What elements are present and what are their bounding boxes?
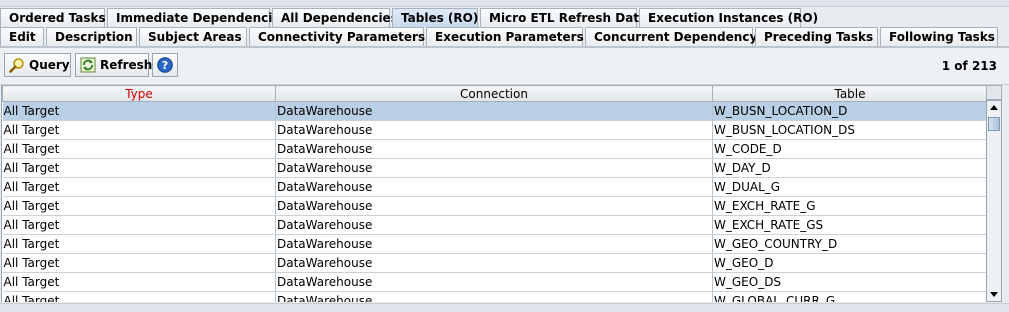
- table-cell[interactable]: W_BUSN_LOCATION_D: [712, 101, 987, 121]
- type-cell[interactable]: All Target: [2, 196, 276, 216]
- table-cell[interactable]: W_EXCH_RATE_GS: [712, 215, 987, 235]
- tab-ordered-tasks[interactable]: Ordered Tasks: [0, 8, 106, 27]
- table-row[interactable]: All Target DataWarehouse W_BUSN_LOCATION_D: [2, 101, 987, 121]
- magnifier-icon: [9, 57, 25, 73]
- connection-cell[interactable]: DataWarehouse: [275, 291, 713, 302]
- table-cell[interactable]: W_CODE_D: [712, 139, 987, 159]
- type-cell[interactable]: All Target: [2, 177, 276, 197]
- type-cell[interactable]: All Target: [2, 291, 276, 302]
- tables-table: Type Connection Table All Target DataWare…: [2, 85, 987, 302]
- help-button[interactable]: ?: [152, 53, 178, 77]
- tab-immediate-dependencies[interactable]: Immediate Dependencies: [107, 8, 288, 27]
- connection-cell[interactable]: DataWarehouse: [275, 139, 713, 159]
- tab-connectivity-parameters[interactable]: Connectivity Parameters: [249, 27, 425, 46]
- tab-concurrent-dependency[interactable]: Concurrent Dependency: [585, 27, 757, 46]
- help-icon: ?: [157, 57, 173, 76]
- tab-preceding-tasks[interactable]: Preceding Tasks: [755, 27, 878, 46]
- column-header-type[interactable]: Type: [2, 85, 276, 102]
- table-cell[interactable]: W_EXCH_RATE_G: [712, 196, 987, 216]
- connection-cell[interactable]: DataWarehouse: [275, 234, 713, 254]
- tab-tables-ro[interactable]: Tables (RO): [392, 8, 478, 27]
- table-cell[interactable]: W_DAY_D: [712, 158, 987, 178]
- toolbar: Query Refresh ? 1 of 213: [0, 48, 1009, 85]
- tab-micro-etl-refresh-dates[interactable]: Micro ETL Refresh Dates: [480, 8, 654, 27]
- connection-cell[interactable]: DataWarehouse: [275, 158, 713, 178]
- table-row[interactable]: All Target DataWarehouse W_EXCH_RATE_G: [2, 196, 987, 216]
- table-row[interactable]: All Target DataWarehouse W_DUAL_G: [2, 177, 987, 197]
- connection-cell[interactable]: DataWarehouse: [275, 120, 713, 140]
- type-cell[interactable]: All Target: [2, 234, 276, 254]
- refresh-button[interactable]: Refresh: [75, 53, 153, 77]
- table-row[interactable]: All Target DataWarehouse W_BUSN_LOCATION_D…: [2, 120, 987, 140]
- refresh-label: Refresh: [100, 58, 153, 72]
- type-cell[interactable]: All Target: [2, 158, 276, 178]
- pager-indicator: 1 of 213: [941, 59, 997, 73]
- tables-grid: Type Connection Table All Target DataWare…: [1, 85, 987, 302]
- column-header-table[interactable]: Table: [712, 85, 987, 102]
- type-cell[interactable]: All Target: [2, 101, 276, 121]
- tab-row-primary: Ordered Tasks Immediate Dependencies All…: [0, 8, 818, 27]
- table-row[interactable]: All Target DataWarehouse W_GEO_DS: [2, 272, 987, 292]
- table-row[interactable]: All Target DataWarehouse W_GLOBAL_CURR_G: [2, 291, 987, 302]
- type-cell[interactable]: All Target: [2, 215, 276, 235]
- svg-text:?: ?: [162, 59, 168, 72]
- table-cell[interactable]: W_GLOBAL_CURR_G: [712, 291, 987, 302]
- query-label: Query: [29, 58, 70, 72]
- scroll-up-arrow-icon[interactable]: [987, 101, 1001, 115]
- tab-edit[interactable]: Edit: [0, 27, 44, 46]
- tab-execution-parameters[interactable]: Execution Parameters: [426, 27, 584, 46]
- table-cell[interactable]: W_GEO_DS: [712, 272, 987, 292]
- connection-cell[interactable]: DataWarehouse: [275, 215, 713, 235]
- type-cell[interactable]: All Target: [2, 120, 276, 140]
- table-cell[interactable]: W_DUAL_G: [712, 177, 987, 197]
- window-top-strip: [0, 0, 1009, 7]
- connection-cell[interactable]: DataWarehouse: [275, 101, 713, 121]
- tab-following-tasks[interactable]: Following Tasks: [880, 27, 998, 46]
- table-row[interactable]: All Target DataWarehouse W_GEO_COUNTRY_D: [2, 234, 987, 254]
- table-cell[interactable]: W_GEO_D: [712, 253, 987, 273]
- vertical-scrollbar[interactable]: [986, 100, 1002, 302]
- tab-execution-instances-ro[interactable]: Execution Instances (RO): [639, 8, 818, 27]
- type-cell[interactable]: All Target: [2, 253, 276, 273]
- scrollbar-thumb[interactable]: [988, 117, 1000, 131]
- table-cell[interactable]: W_GEO_COUNTRY_D: [712, 234, 987, 254]
- tab-row-secondary: Edit Description Subject Areas Connectiv…: [0, 27, 1000, 46]
- tab-all-dependencies[interactable]: All Dependencies: [272, 8, 398, 27]
- table-row[interactable]: All Target DataWarehouse W_EXCH_RATE_GS: [2, 215, 987, 235]
- table-cell[interactable]: W_BUSN_LOCATION_DS: [712, 120, 987, 140]
- column-header-connection[interactable]: Connection: [275, 85, 713, 102]
- scroll-down-arrow-icon[interactable]: [987, 287, 1001, 301]
- type-cell[interactable]: All Target: [2, 139, 276, 159]
- tab-subject-areas[interactable]: Subject Areas: [139, 27, 247, 46]
- grid-header-corner: [986, 85, 1002, 100]
- table-row[interactable]: All Target DataWarehouse W_DAY_D: [2, 158, 987, 178]
- tab-description[interactable]: Description: [46, 27, 137, 46]
- connection-cell[interactable]: DataWarehouse: [275, 253, 713, 273]
- table-row[interactable]: All Target DataWarehouse W_GEO_D: [2, 253, 987, 273]
- table-row[interactable]: All Target DataWarehouse W_CODE_D: [2, 139, 987, 159]
- connection-cell[interactable]: DataWarehouse: [275, 196, 713, 216]
- table-header-row: Type Connection Table: [2, 85, 987, 102]
- connection-cell[interactable]: DataWarehouse: [275, 272, 713, 292]
- type-cell[interactable]: All Target: [2, 272, 276, 292]
- table-body: All Target DataWarehouse W_BUSN_LOCATION_D…: [2, 101, 987, 302]
- query-button[interactable]: Query: [4, 53, 71, 77]
- connection-cell[interactable]: DataWarehouse: [275, 177, 713, 197]
- refresh-icon: [80, 57, 96, 73]
